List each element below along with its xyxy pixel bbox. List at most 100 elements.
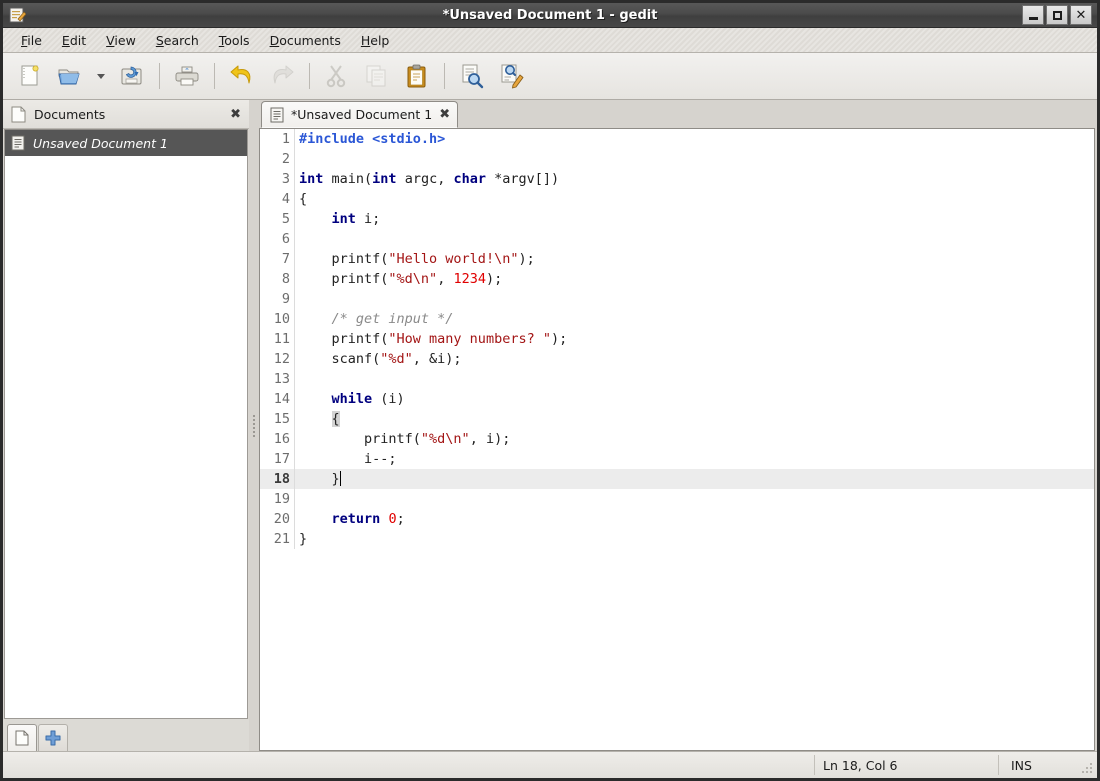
print-button[interactable] <box>168 58 206 94</box>
sidepanel-tab-add[interactable] <box>38 724 68 751</box>
code-line[interactable]: printf("How many numbers? "); <box>299 329 1094 349</box>
menu-view[interactable]: View <box>96 30 146 51</box>
replace-button[interactable] <box>493 58 531 94</box>
new-document-button[interactable] <box>11 58 49 94</box>
code-token: while <box>332 391 373 407</box>
code-token: ); <box>486 271 502 287</box>
sidepanel-item-label: Unsaved Document 1 <box>33 136 168 151</box>
documents-list[interactable]: Unsaved Document 1 <box>4 129 248 719</box>
code-line[interactable] <box>299 489 1094 509</box>
code-line[interactable]: { <box>299 189 1094 209</box>
code-token: int <box>332 211 356 227</box>
code-token: i--; <box>299 451 397 467</box>
line-number: 18 <box>260 469 290 489</box>
code-line[interactable]: /* get input */ <box>299 309 1094 329</box>
code-token: "Hello world!\n" <box>388 251 518 267</box>
toolbar <box>3 53 1097 100</box>
open-document-button[interactable] <box>51 58 89 94</box>
title-bar[interactable]: *Unsaved Document 1 - gedit ✕ <box>3 3 1097 28</box>
menu-edit[interactable]: Edit <box>52 30 96 51</box>
toolbar-separator-1 <box>159 63 160 89</box>
save-disk-icon <box>119 63 145 89</box>
code-line[interactable]: } <box>299 469 1094 489</box>
code-token: return <box>332 511 381 527</box>
line-number: 17 <box>260 449 290 469</box>
copy-button[interactable] <box>358 58 396 94</box>
code-line[interactable]: } <box>299 529 1094 549</box>
code-line[interactable]: while (i) <box>299 389 1094 409</box>
pane-splitter[interactable] <box>249 100 259 751</box>
minimize-icon <box>1029 17 1038 20</box>
text-editor[interactable]: 123456789101112131415161718192021 #inclu… <box>259 129 1095 751</box>
code-line[interactable] <box>299 289 1094 309</box>
code-line[interactable]: return 0; <box>299 509 1094 529</box>
replace-pencil-icon <box>499 63 525 89</box>
document-icon <box>11 106 26 123</box>
code-token: main( <box>323 171 372 187</box>
menu-help[interactable]: Help <box>351 30 400 51</box>
document-tab-strip: *Unsaved Document 1 ✖ <box>259 100 1095 129</box>
code-token: printf( <box>299 431 421 447</box>
menu-search[interactable]: Search <box>146 30 209 51</box>
code-line[interactable]: scanf("%d", &i); <box>299 349 1094 369</box>
code-token: ); <box>518 251 534 267</box>
code-line[interactable] <box>299 369 1094 389</box>
line-number: 15 <box>260 409 290 429</box>
redo-button[interactable] <box>263 58 301 94</box>
code-line[interactable] <box>299 229 1094 249</box>
resize-grip-icon[interactable] <box>1080 763 1094 775</box>
maximize-button[interactable] <box>1046 5 1068 25</box>
document-tab-close-icon[interactable]: ✖ <box>439 107 449 122</box>
find-magnifier-icon <box>459 63 485 89</box>
line-number: 21 <box>260 529 290 549</box>
undo-button[interactable] <box>223 58 261 94</box>
code-line[interactable]: i--; <box>299 449 1094 469</box>
code-token: #include <stdio.h> <box>299 131 445 147</box>
save-button[interactable] <box>113 58 151 94</box>
code-token: , <box>437 271 453 287</box>
find-button[interactable] <box>453 58 491 94</box>
code-line[interactable]: int i; <box>299 209 1094 229</box>
code-line[interactable]: { <box>299 409 1094 429</box>
line-number: 16 <box>260 429 290 449</box>
code-line[interactable]: int main(int argc, char *argv[]) <box>299 169 1094 189</box>
plus-icon <box>45 730 61 746</box>
menu-file-rest: ile <box>27 33 42 48</box>
menu-documents[interactable]: Documents <box>260 30 351 51</box>
menu-file[interactable]: File <box>11 30 52 51</box>
side-panel-header: Documents ✖ <box>3 100 249 129</box>
splitter-grip-icon <box>253 415 255 437</box>
code-token: "%d\n" <box>421 431 470 447</box>
line-number: 7 <box>260 249 290 269</box>
open-dropdown-button[interactable] <box>91 58 111 94</box>
code-line[interactable]: printf("%d\n", i); <box>299 429 1094 449</box>
sidepanel-item-unsaved-document-1[interactable]: Unsaved Document 1 <box>5 130 247 156</box>
source-code[interactable]: #include <stdio.h> int main(int argc, cha… <box>295 129 1094 549</box>
code-token: } <box>299 531 307 547</box>
code-line[interactable]: #include <stdio.h> <box>299 129 1094 149</box>
code-line[interactable]: printf("Hello world!\n"); <box>299 249 1094 269</box>
close-button[interactable]: ✕ <box>1070 5 1092 25</box>
document-tab-label: *Unsaved Document 1 <box>291 107 432 122</box>
minimize-button[interactable] <box>1022 5 1044 25</box>
line-number: 14 <box>260 389 290 409</box>
side-panel-close-icon[interactable]: ✖ <box>227 107 243 122</box>
code-line[interactable] <box>299 149 1094 169</box>
cut-button[interactable] <box>318 58 356 94</box>
code-token: } <box>299 471 340 487</box>
cursor-position-status: Ln 18, Col 6 <box>823 758 898 773</box>
code-token: argc, <box>397 171 454 187</box>
code-token: { <box>332 411 340 427</box>
code-token: ); <box>551 331 567 347</box>
menu-tools[interactable]: Tools <box>209 30 260 51</box>
code-view[interactable]: 123456789101112131415161718192021 #inclu… <box>260 129 1094 750</box>
code-token: (i) <box>372 391 405 407</box>
code-token: { <box>299 191 307 207</box>
paste-button[interactable] <box>398 58 436 94</box>
gedit-icon[interactable] <box>8 6 26 24</box>
code-line[interactable]: printf("%d\n", 1234); <box>299 269 1094 289</box>
line-number: 9 <box>260 289 290 309</box>
sidepanel-tab-documents[interactable] <box>7 724 37 751</box>
editor-area: *Unsaved Document 1 ✖ 123456789101112131… <box>259 100 1097 751</box>
document-tab[interactable]: *Unsaved Document 1 ✖ <box>261 101 458 128</box>
